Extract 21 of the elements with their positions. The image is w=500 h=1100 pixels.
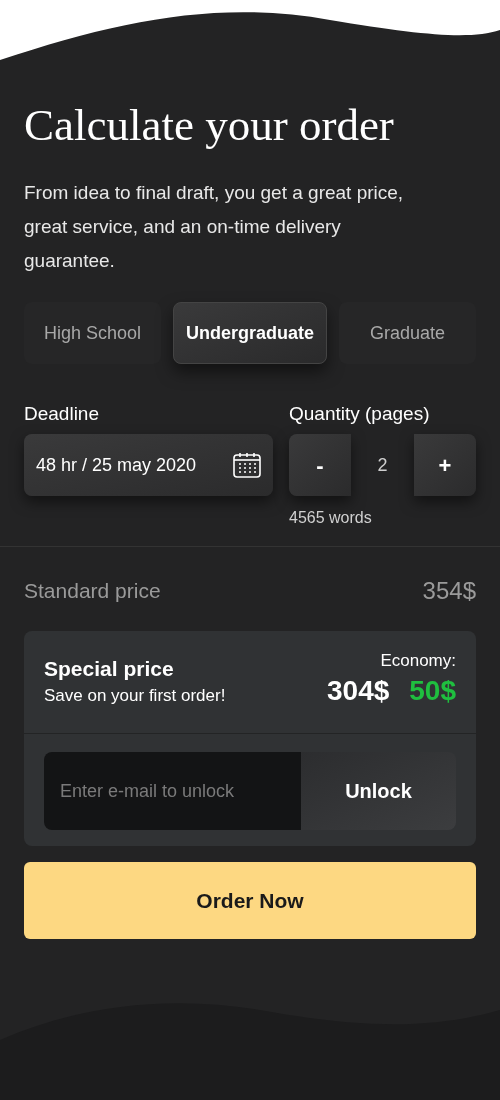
quantity-label: Quantity (pages) xyxy=(289,402,431,426)
saving-amount: 50$ xyxy=(409,674,456,708)
increment-button[interactable]: + xyxy=(414,434,476,496)
deadline-field[interactable]: 48 hr / 25 may 2020 xyxy=(24,434,273,496)
standard-price: 354$ xyxy=(422,576,476,606)
page-title: Calculate your order xyxy=(24,99,395,152)
unlock-button[interactable]: Unlock xyxy=(301,752,456,830)
level-tab[interactable]: Undergraduate xyxy=(173,302,327,364)
special-price: 304$ xyxy=(327,674,390,708)
special-price-title: Special price xyxy=(44,656,175,682)
order-now-button[interactable]: Order Now xyxy=(24,862,476,939)
quantity-value: 2 xyxy=(376,453,389,477)
economy-label: Economy: xyxy=(380,650,456,672)
email-field[interactable]: Enter e-mail to unlock xyxy=(44,752,301,830)
word-count: 4565 words xyxy=(289,508,373,528)
standard-price-label: Standard price xyxy=(24,578,161,605)
deadline-label: Deadline xyxy=(24,402,100,426)
description: From idea to final draft, you get a great price, great service, and an on-time delivery guarantee. xyxy=(24,181,405,273)
decrement-button[interactable]: - xyxy=(289,434,351,496)
calendar-icon xyxy=(233,452,261,478)
special-price-subtitle: Save on your first order! xyxy=(44,685,226,707)
